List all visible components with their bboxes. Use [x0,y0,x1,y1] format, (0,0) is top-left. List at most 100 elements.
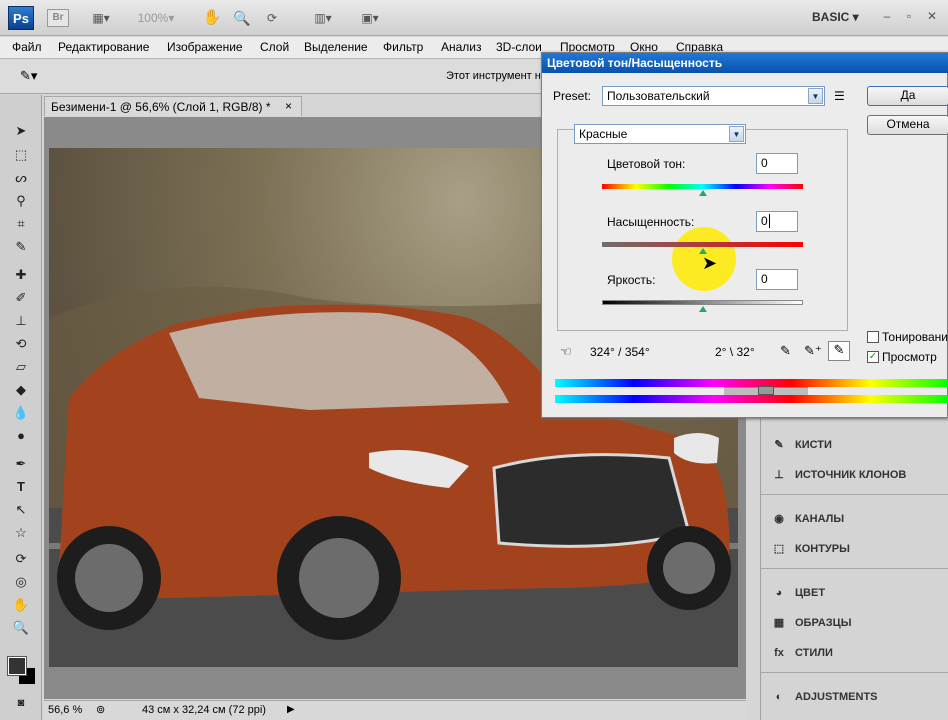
screen-mode-button[interactable]: ▣▾ [352,8,388,28]
styles-icon: fx [774,647,784,659]
application-bar: Ps Br ▦▾ 100%▾ ✋ 🔍 ⟳ ▥▾ ▣▾ BASIC ▾ – ▫ ✕ [0,0,948,36]
eyedropper-preset-icon[interactable]: ✎▾ [20,68,52,86]
ok-button[interactable]: Да [867,86,948,106]
close-document-icon[interactable]: × [285,99,292,113]
workspace-switcher[interactable]: BASIC ▾ [812,10,859,24]
preview-checkbox[interactable]: ✓ [867,351,879,363]
menu-filter[interactable]: Фильтр [383,40,423,54]
dialog-title[interactable]: Цветовой тон/Насыщенность [542,53,948,73]
dodge-tool-icon[interactable]: ● [11,426,31,446]
eyedropper-minus-icon[interactable]: ✎ [828,341,850,361]
document-tab[interactable]: Безимени-1 @ 56,6% (Слой 1, RGB/8) * × [44,96,302,116]
3d-orbit-tool-icon[interactable]: ◎ [11,572,31,592]
menu-select[interactable]: Выделение [304,40,368,54]
paint-bucket-tool-icon[interactable]: ◆ [11,380,31,400]
brush-tool-icon[interactable]: ✐ [11,288,31,308]
range-center-handle[interactable] [758,386,774,395]
preset-select[interactable]: Пользовательский ▼ [602,86,825,106]
panel-channels[interactable]: ◉ КАНАЛЫ [769,506,844,532]
close-window-button[interactable]: ✕ [925,6,939,26]
lasso-tool-icon[interactable]: ᔕ [11,168,31,188]
zoom-combo[interactable]: 100%▾ [130,8,182,28]
hue-slider[interactable] [602,184,803,189]
menu-image[interactable]: Изображение [167,40,243,54]
pen-tool-icon[interactable]: ✒ [11,454,31,474]
shape-tool-icon[interactable]: ☆ [11,523,31,543]
marquee-tool-icon[interactable]: ⬚ [11,145,31,165]
eraser-tool-icon[interactable]: ▱ [11,357,31,377]
on-image-adjust-icon[interactable]: ☜ [560,344,572,360]
clone-stamp-tool-icon[interactable]: ⊥ [11,311,31,331]
quick-mask-icon[interactable]: ◙ [11,693,31,713]
panel-adjustments[interactable]: ◐ ADJUSTMENTS [769,684,878,710]
status-menu-arrow-icon[interactable]: ▶ [287,704,295,715]
panel-styles[interactable]: fx СТИЛИ [769,640,833,666]
panel-color[interactable]: ◕ ЦВЕТ [769,580,825,606]
history-brush-tool-icon[interactable]: ⟲ [11,334,31,354]
3d-rotate-tool-icon[interactable]: ⟳ [11,549,31,569]
blur-tool-icon[interactable]: 💧 [11,403,31,423]
panel-paths[interactable]: ⬚ КОНТУРЫ [769,536,850,562]
cancel-button[interactable]: Отмена [867,115,948,135]
zoom-tool-icon[interactable]: 🔍 [230,8,254,28]
paths-icon: ⬚ [773,543,785,555]
hue-saturation-dialog: Цветовой тон/Насыщенность Preset: Пользо… [541,52,948,418]
menu-file[interactable]: Файл [12,40,42,54]
channel-select[interactable]: Красные ▼ [574,124,746,144]
hue-label: Цветовой тон: [607,157,686,171]
panel-divider [761,568,948,569]
crop-tool-icon[interactable]: ⌗ [11,214,31,234]
hue-input[interactable]: 0 [756,153,798,174]
panel-clone-source[interactable]: ⊥ ИСТОЧНИК КЛОНОВ [769,462,906,488]
eyedropper-tool-icon[interactable]: ✎ [11,237,31,257]
hue-slider-thumb[interactable] [699,190,707,196]
photoshop-logo: Ps [8,6,34,30]
saturation-input[interactable]: 0 [756,211,798,232]
healing-brush-tool-icon[interactable]: ✚ [11,265,31,285]
lightness-slider[interactable] [602,300,803,305]
preset-label: Preset: [553,89,592,103]
zoom-level[interactable]: 56,6 % [48,704,82,716]
saturation-slider[interactable] [602,242,803,247]
quick-select-tool-icon[interactable]: ⚲ [11,191,31,211]
clone-source-icon: ⊥ [774,469,784,481]
lightness-input[interactable]: 0 [756,269,798,290]
minimize-window-button[interactable]: – [880,6,894,26]
restore-window-button[interactable]: ▫ [902,6,916,26]
hand-tool-icon[interactable]: ✋ [11,595,31,615]
rotate-view-icon[interactable]: ⟳ [260,8,284,28]
panel-divider [761,494,948,495]
lightness-label: Яркость: [607,273,656,287]
toolbox: ➤ ⬚ ᔕ ⚲ ⌗ ✎ ✚ ✐ ⊥ ⟲ ▱ ◆ 💧 ● ✒ T ↖ ☆ ⟳ ◎ … [0,95,42,720]
view-extras-button[interactable]: ▦▾ [84,8,118,28]
menu-3d[interactable]: 3D-слои [496,40,542,54]
adjustments-icon: ◐ [775,691,783,703]
eyedropper-icon[interactable]: ✎ [780,343,791,359]
colorize-checkbox[interactable] [867,331,879,343]
preset-options-icon[interactable]: ☰ [834,89,848,103]
tool-hint: Этот инструмент н [446,70,541,82]
menu-edit[interactable]: Редактирование [58,40,149,54]
panel-swatches[interactable]: ▦ ОБРАЗЦЫ [769,610,852,636]
colorize-label: Тонировани [882,330,948,344]
panel-brushes[interactable]: ✎ КИСТИ [769,432,832,458]
lightness-slider-thumb[interactable] [699,306,707,312]
chevron-down-icon: ▼ [808,88,823,104]
zoom-tool-icon[interactable]: 🔍 [11,618,31,638]
foreground-color-swatch[interactable] [7,656,27,676]
status-icon[interactable]: ⊚ [96,703,105,716]
mouse-cursor-icon: ➤ [702,253,718,273]
eyedropper-plus-icon[interactable]: ✎⁺ [804,343,822,359]
path-select-tool-icon[interactable]: ↖ [11,500,31,520]
menu-layer[interactable]: Слой [260,40,289,54]
chevron-down-icon: ▼ [729,126,744,142]
preview-label: Просмотр [882,350,937,364]
arrange-documents-button[interactable]: ▥▾ [305,8,341,28]
move-tool-icon[interactable]: ➤ [11,121,31,141]
color-icon: ◕ [775,587,783,599]
channel-value: Красные [579,127,628,141]
type-tool-icon[interactable]: T [11,477,31,497]
bridge-button[interactable]: Br [47,9,69,27]
menu-analysis[interactable]: Анализ [441,40,482,54]
hand-tool-icon[interactable]: ✋ [200,8,224,28]
